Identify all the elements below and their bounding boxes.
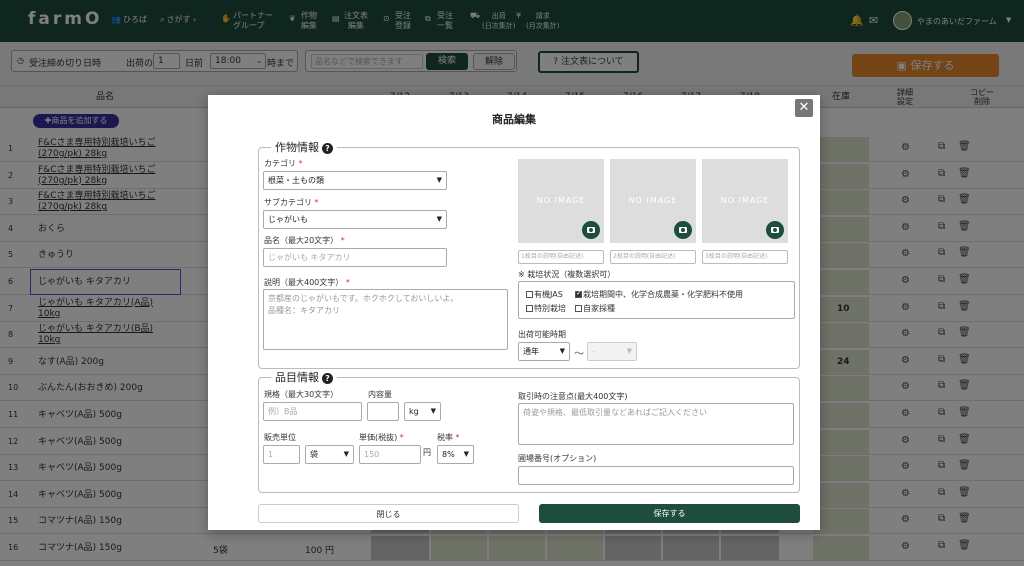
required-mark: * (314, 198, 319, 207)
subcategory-label: サブカテゴリ * (264, 197, 319, 208)
image-caption-1[interactable]: 1枚目の説明(自由記述) (518, 250, 604, 264)
image-caption-3[interactable]: 3枚目の説明(自由記述) (702, 250, 788, 264)
image-slot-1[interactable]: NO IMAGE (518, 159, 604, 243)
name-label: 品名（最大20文字） * (264, 235, 345, 246)
modal-title: 商品編集 (492, 113, 536, 126)
qty-unit-select[interactable]: kg ▼ (404, 402, 441, 421)
camera-icon[interactable] (582, 221, 600, 239)
caret-down-icon: ▼ (626, 347, 632, 355)
checkbox-icon (526, 291, 533, 298)
crop-info-title: 作物情報 (275, 141, 319, 154)
caret-down-icon: ▼ (343, 450, 349, 458)
required-mark: * (345, 278, 350, 287)
field-number-input[interactable] (518, 466, 794, 485)
category-label-text: カテゴリ (264, 159, 296, 168)
checkbox-icon (526, 305, 533, 312)
ship-period-from-select[interactable]: 通年 ▼ (518, 342, 570, 361)
required-mark: * (298, 159, 303, 168)
item-info-legend: 品目情報? (271, 369, 337, 385)
notes-label: 取引時の注意点(最大400文字) (518, 392, 628, 401)
sell-qty-input[interactable]: 1 (263, 445, 300, 464)
qty-unit-value: kg (409, 407, 419, 416)
caret-down-icon: ▼ (430, 407, 436, 415)
close-button[interactable]: 閉じる (258, 504, 519, 523)
desc-label-text: 説明（最大400文字） (264, 278, 344, 287)
ship-period-from-value: 通年 (523, 347, 539, 356)
ship-period-label: 出荷可能時期 (518, 330, 566, 339)
subcategory-label-text: サブカテゴリ (264, 198, 312, 207)
tax-label: 税率 * (437, 432, 460, 443)
caret-down-icon: ▼ (436, 176, 442, 184)
caret-down-icon: ▼ (463, 450, 469, 458)
category-label: カテゴリ * (264, 158, 303, 169)
required-mark: * (455, 433, 460, 442)
tax-value: 8% (442, 450, 455, 459)
notes-textarea[interactable]: 荷姿や規格、最低取引量などあればご記入ください (518, 403, 794, 445)
qty-input[interactable] (367, 402, 399, 421)
required-mark: * (340, 236, 345, 245)
price-input[interactable]: 150 (359, 445, 421, 464)
checkbox-icon (575, 305, 582, 312)
category-value: 根菜・土もの類 (268, 176, 324, 185)
checkbox-special[interactable]: 特別栽培 (526, 303, 566, 314)
yen-label: 円 (423, 448, 431, 457)
sell-unit-label: 販売単位 (264, 433, 296, 442)
required-mark: * (399, 433, 404, 442)
noimage-text: NO IMAGE (628, 196, 678, 205)
checkbox-label: 栽培期間中、化学合成農薬・化学肥料不使用 (583, 290, 743, 299)
crop-info-legend: 作物情報? (271, 139, 337, 155)
tax-label-text: 税率 (437, 433, 453, 442)
ship-period-to-value: - (592, 347, 595, 356)
product-edit-modal: 商品編集 ✕ 作物情報? カテゴリ * 根菜・土もの類 ▼ サブカテゴリ * じゃ… (208, 95, 820, 530)
cultivation-box: 有機JAS 栽培期間中、化学合成農薬・化学肥料不使用 特別栽培 自家採種 (518, 281, 795, 319)
price-label: 単価(税抜) * (359, 432, 404, 443)
caret-down-icon: ▼ (436, 215, 442, 223)
ship-period-to-select[interactable]: - ▼ (587, 342, 637, 361)
checkbox-organic[interactable]: 有機JAS (526, 289, 563, 300)
tilde: 〜 (574, 349, 584, 360)
sell-unit-value: 袋 (310, 450, 318, 459)
price-label-text: 単価(税抜) (359, 433, 398, 442)
name-input[interactable]: じゃがいも キタアカリ (263, 248, 447, 267)
checkbox-own-seed[interactable]: 自家採種 (575, 303, 615, 314)
subcategory-value: じゃがいも (268, 215, 308, 224)
name-label-text: 品名（最大20文字） (264, 236, 339, 245)
close-icon[interactable]: ✕ (795, 99, 813, 117)
help-icon[interactable]: ? (322, 142, 333, 154)
image-slot-3[interactable]: NO IMAGE (702, 159, 788, 243)
item-info-title: 品目情報 (275, 371, 319, 384)
desc-label: 説明（最大400文字） * (264, 277, 350, 288)
camera-icon[interactable] (766, 221, 784, 239)
category-select[interactable]: 根菜・土もの類 ▼ (263, 171, 447, 190)
desc-textarea[interactable]: 京都産のじゃがいもです。ホクホクしておいしいよ。 品種名：キタアカリ (263, 289, 508, 350)
sell-unit-select[interactable]: 袋 ▼ (305, 445, 354, 464)
noimage-text: NO IMAGE (720, 196, 770, 205)
checkbox-label: 自家採種 (583, 304, 615, 313)
tax-select[interactable]: 8% ▼ (437, 445, 474, 464)
qty-label: 内容量 (368, 390, 392, 399)
subcategory-select[interactable]: じゃがいも ▼ (263, 210, 447, 229)
spec-input[interactable]: 例）B品 (263, 402, 362, 421)
caret-down-icon: ▼ (559, 347, 565, 355)
checkbox-no-chemicals[interactable]: 栽培期間中、化学合成農薬・化学肥料不使用 (575, 289, 743, 300)
checkbox-checked-icon (575, 289, 582, 298)
field-number-label: 圃場番号(オプション) (518, 454, 597, 463)
camera-icon[interactable] (674, 221, 692, 239)
modal-save-button[interactable]: 保存する (539, 504, 800, 523)
cultivation-label: ※ 栽培状況（複数選択可） (518, 270, 616, 279)
image-caption-2[interactable]: 2枚目の説明(自由記述) (610, 250, 696, 264)
image-slot-2[interactable]: NO IMAGE (610, 159, 696, 243)
checkbox-label: 有機JAS (534, 290, 563, 299)
help-icon[interactable]: ? (322, 372, 333, 384)
spec-label: 規格（最大30文字） (264, 390, 339, 399)
checkbox-label: 特別栽培 (534, 304, 566, 313)
noimage-text: NO IMAGE (536, 196, 586, 205)
